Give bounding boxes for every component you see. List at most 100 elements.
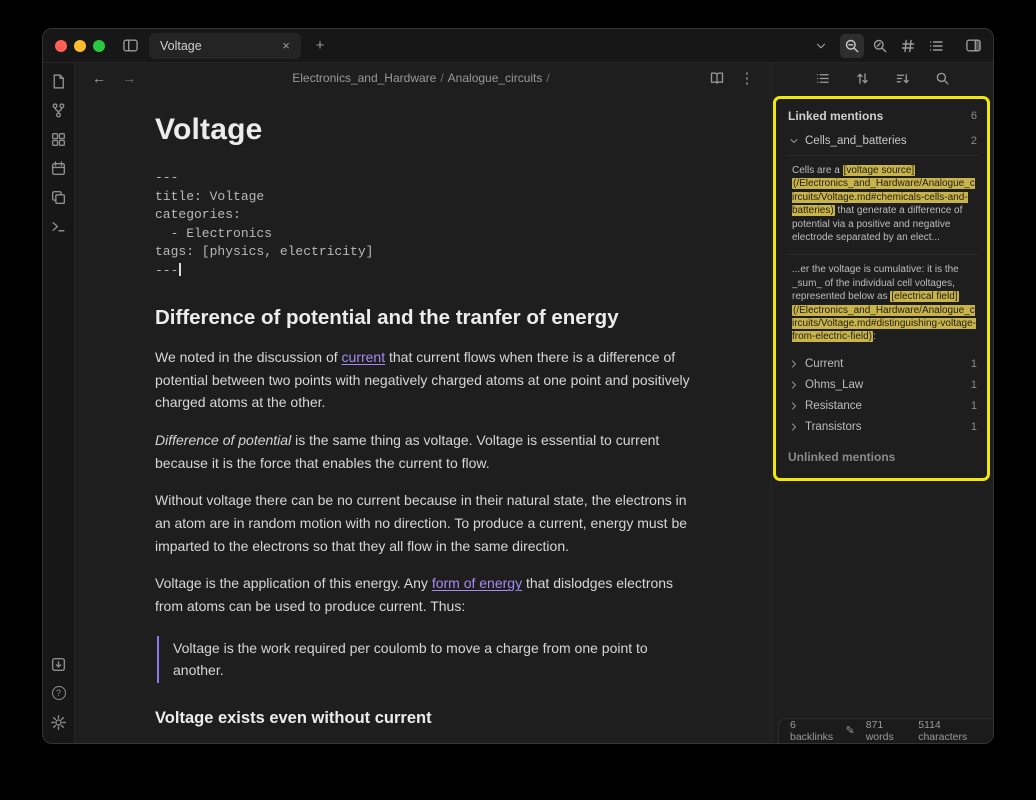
sidebar-right-icon [965, 37, 982, 54]
open-vault-button[interactable] [48, 653, 70, 675]
list-icon [928, 38, 944, 54]
nav-buttons: ← → [87, 66, 141, 90]
linked-mentions-header[interactable]: Linked mentions 6 [786, 106, 979, 132]
graph-icon [50, 102, 67, 119]
breadcrumb-folder[interactable]: Electronics_and_Hardware [292, 71, 436, 85]
chevron-right-icon [788, 421, 800, 433]
breadcrumb-subfolder[interactable]: Analogue_circuits [448, 71, 543, 85]
back-button[interactable]: ← [87, 66, 111, 90]
terminal-icon [50, 218, 67, 235]
note-title: Voltage [155, 113, 690, 147]
paragraph-4: Voltage is the application of this energ… [155, 572, 690, 617]
backlink-group-label: Ohms_Law [805, 379, 863, 391]
backlink-group-transistors[interactable]: Transistors 1 [786, 417, 979, 438]
backlink-group-count: 1 [971, 400, 977, 412]
backlinks-pane: Linked mentions 6 Cells_and_batteries 2 … [772, 93, 993, 718]
backlink-group-label: Cells_and_batteries [805, 135, 907, 147]
more-options-button[interactable]: ⋮ [735, 66, 759, 90]
paragraph-2: Difference of potential is the same thin… [155, 429, 690, 474]
search-icon [935, 71, 950, 86]
backlink-snippet-2[interactable]: ...er the voltage is cumulative: it is t… [786, 254, 979, 353]
backlink-group-resistance[interactable]: Resistance 1 [786, 396, 979, 417]
chevron-right-icon [788, 358, 800, 370]
toggle-right-sidebar-button[interactable] [961, 34, 985, 58]
tags-button[interactable] [896, 34, 920, 58]
editor[interactable]: Voltage --- title: Voltage categories: -… [75, 93, 771, 743]
graph-view-button[interactable] [48, 99, 70, 121]
link-current[interactable]: current [342, 349, 386, 365]
link-form-of-energy[interactable]: form of energy [432, 575, 522, 591]
frontmatter-line: title: Voltage [155, 188, 690, 207]
heading-difference-of-potential: Difference of potential and the tranfer … [155, 306, 690, 330]
window-body: ? ← → Electronics_and_Hardware/Analogue_… [43, 63, 993, 743]
status-bar: 6 backlinks ✎ 871 words 5114 characters [778, 718, 993, 743]
search-replace-button[interactable] [868, 34, 892, 58]
frontmatter-line: tags: [physics, electricity] [155, 243, 690, 262]
frontmatter-block: --- title: Voltage categories: - Electro… [155, 169, 690, 280]
unlinked-mentions-header[interactable]: Unlinked mentions [786, 438, 979, 466]
status-character-count[interactable]: 5114 characters [918, 719, 982, 743]
note-icon [50, 73, 67, 90]
search-backlinks-button[interactable] [931, 66, 955, 90]
forward-button[interactable]: → [117, 66, 141, 90]
forward-arrow-icon: → [122, 71, 136, 85]
templates-button[interactable] [48, 186, 70, 208]
status-word-count[interactable]: 871 words [866, 719, 907, 743]
note-content: Voltage --- title: Voltage categories: -… [155, 113, 690, 743]
main-pane: ← → Electronics_and_Hardware/Analogue_ci… [75, 63, 771, 743]
collapse-expand-button[interactable] [851, 66, 875, 90]
plus-icon: + [316, 38, 325, 53]
close-window-button[interactable] [55, 40, 67, 52]
tab-voltage[interactable]: Voltage × [149, 33, 301, 59]
breadcrumb-separator: / [542, 71, 553, 85]
tab-list-button[interactable] [809, 34, 833, 58]
backlink-list-button[interactable] [811, 66, 835, 90]
more-options-icon: ⋮ [740, 71, 755, 86]
new-tab-button[interactable]: + [308, 34, 332, 58]
titlebar: Voltage × + [43, 29, 993, 63]
hash-icon [900, 38, 916, 54]
zoom-window-button[interactable] [93, 40, 105, 52]
desktop-background: Voltage × + [0, 0, 1036, 800]
files-button[interactable] [48, 70, 70, 92]
reading-view-button[interactable] [705, 66, 729, 90]
blockquote: Voltage is the work required per coulomb… [157, 636, 690, 683]
frontmatter-line: --- [155, 169, 690, 188]
list-icon [815, 71, 830, 86]
calendar-icon [50, 160, 67, 177]
sidebar-left-icon [122, 37, 139, 54]
paragraph-5: Given that voltage is the force that gen… [155, 742, 690, 743]
paragraph-1: We noted in the discussion of current th… [155, 346, 690, 414]
chevron-down-icon [814, 39, 828, 53]
daily-note-button[interactable] [48, 157, 70, 179]
backlink-group-cells-and-batteries[interactable]: Cells_and_batteries 2 [786, 132, 979, 155]
view-header: ← → Electronics_and_Hardware/Analogue_ci… [75, 63, 771, 93]
window-controls [55, 40, 105, 52]
breadcrumb-separator: / [436, 71, 447, 85]
minimize-window-button[interactable] [74, 40, 86, 52]
search-match-highlight: [electrical field] [890, 291, 958, 302]
help-button[interactable]: ? [48, 682, 70, 704]
terminal-button[interactable] [48, 215, 70, 237]
backlink-snippet-1[interactable]: Cells are a [voltage source](/Electronic… [786, 155, 979, 254]
outline-button[interactable] [924, 34, 948, 58]
toggle-left-sidebar-button[interactable] [118, 34, 142, 58]
sort-icon [895, 71, 910, 86]
backlink-group-current[interactable]: Current 1 [786, 354, 979, 375]
backlinks-header-icons [772, 63, 993, 93]
right-sidebar: Linked mentions 6 Cells_and_batteries 2 … [771, 63, 993, 743]
backlink-group-ohms-law[interactable]: Ohms_Law 1 [786, 375, 979, 396]
canvas-button[interactable] [48, 128, 70, 150]
pencil-icon: ✎ [845, 726, 854, 737]
search-edit-icon [872, 38, 888, 54]
book-open-icon [709, 70, 725, 86]
close-tab-icon[interactable]: × [277, 37, 295, 55]
search-match-highlight: [voltage source] [843, 165, 916, 176]
search-current-file-button[interactable] [840, 34, 864, 58]
status-backlinks-count[interactable]: 6 backlinks [790, 719, 834, 743]
sort-order-button[interactable] [891, 66, 915, 90]
backlink-group-label: Resistance [805, 400, 862, 412]
copy-icon [50, 189, 67, 206]
chevron-right-icon [788, 400, 800, 412]
settings-button[interactable] [48, 711, 70, 733]
